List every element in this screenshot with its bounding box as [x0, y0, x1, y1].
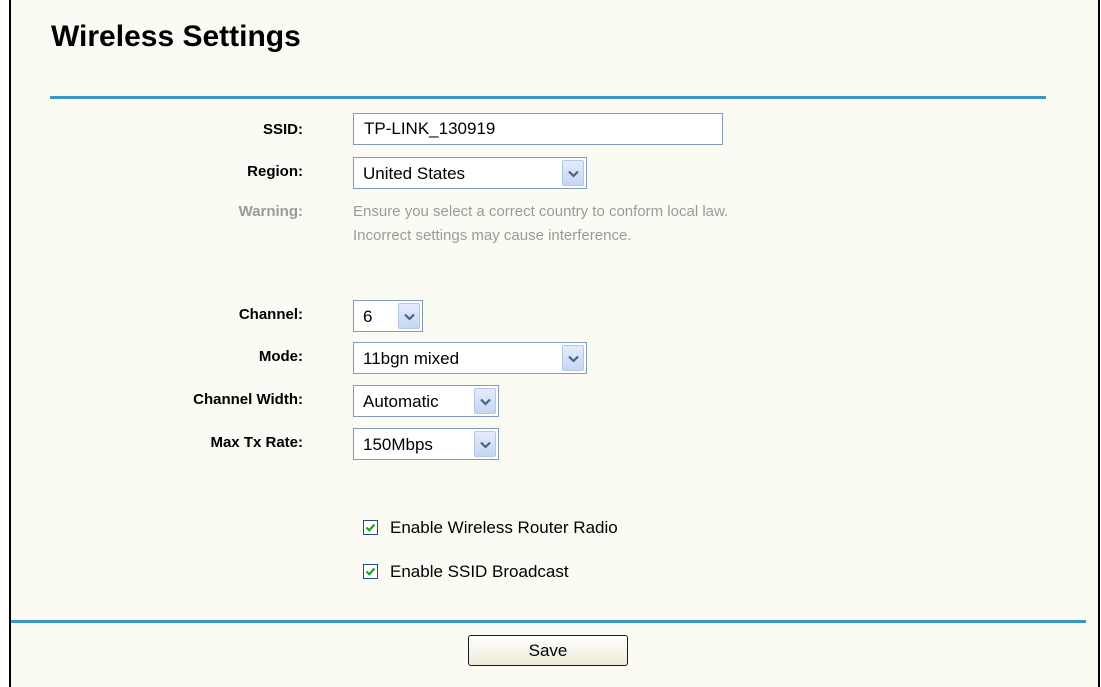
enable-wireless-radio-checkbox[interactable]	[363, 520, 378, 535]
chevron-down-icon[interactable]	[562, 345, 584, 371]
save-button[interactable]: Save	[468, 635, 628, 666]
max-tx-rate-select-value: 150Mbps	[363, 435, 433, 454]
channel-width-label: Channel Width:	[193, 391, 303, 408]
region-select[interactable]: United States	[353, 157, 587, 189]
max-tx-rate-select[interactable]: 150Mbps	[353, 428, 499, 460]
ssid-input[interactable]	[353, 113, 723, 145]
page-title: Wireless Settings	[51, 20, 301, 53]
warning-text-line2: Incorrect settings may cause interferenc…	[353, 227, 632, 244]
warning-label: Warning:	[238, 203, 303, 220]
region-select-value: United States	[363, 164, 466, 183]
wireless-settings-panel: Wireless Settings SSID: Region: United S…	[9, 0, 1100, 687]
channel-select[interactable]: 6	[353, 300, 423, 332]
checkmark-icon	[365, 523, 376, 532]
channel-label: Channel:	[238, 306, 303, 323]
checkmark-icon	[365, 567, 376, 576]
mode-label: Mode:	[258, 348, 303, 365]
region-label: Region:	[247, 163, 303, 180]
chevron-down-icon[interactable]	[562, 160, 584, 186]
footer-divider	[11, 620, 1086, 623]
enable-wireless-radio-label: Enable Wireless Router Radio	[390, 518, 618, 537]
channel-width-select[interactable]: Automatic	[353, 385, 499, 417]
max-tx-rate-label: Max Tx Rate:	[210, 434, 303, 451]
channel-width-select-value: Automatic	[363, 392, 439, 411]
ssid-label: SSID:	[262, 121, 303, 138]
mode-select-value: 11bgn mixed	[363, 349, 460, 368]
enable-ssid-broadcast-checkbox[interactable]	[363, 564, 378, 579]
enable-ssid-broadcast-label: Enable SSID Broadcast	[390, 562, 569, 581]
chevron-down-icon[interactable]	[398, 303, 420, 329]
chevron-down-icon[interactable]	[474, 388, 496, 414]
chevron-down-icon[interactable]	[474, 431, 496, 457]
warning-text-line1: Ensure you select a correct country to c…	[353, 203, 729, 220]
header-divider	[50, 96, 1046, 99]
mode-select[interactable]: 11bgn mixed	[353, 342, 587, 374]
channel-select-value: 6	[363, 307, 373, 326]
